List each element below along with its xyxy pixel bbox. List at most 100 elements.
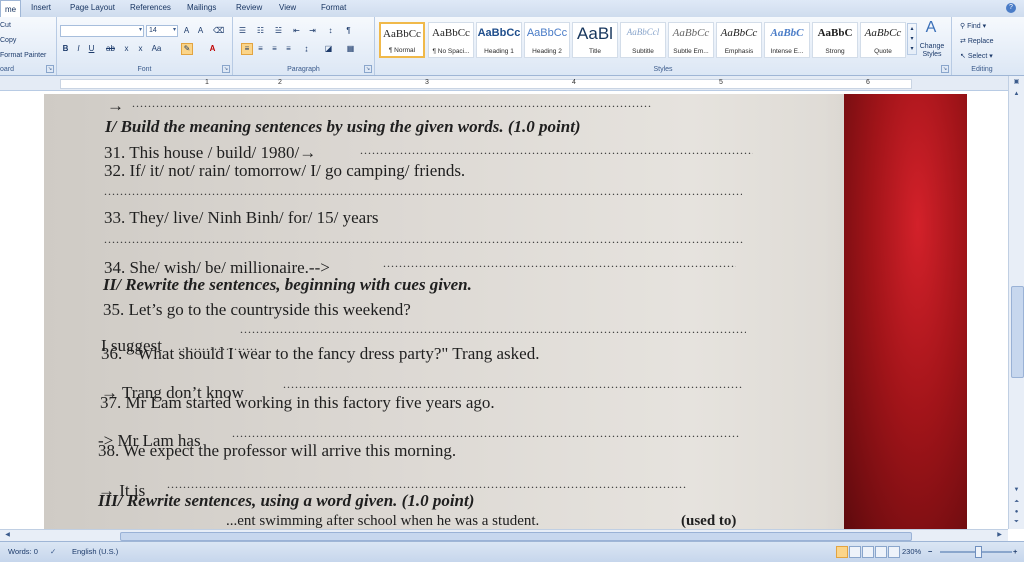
zoom-level[interactable]: 230% <box>902 547 921 556</box>
full-screen-reading-view-icon[interactable] <box>849 546 861 558</box>
font-size-combo[interactable]: 14 ▾ <box>146 25 178 37</box>
tab-home[interactable]: me <box>0 0 22 18</box>
style-name: Quote <box>874 48 892 55</box>
format-painter-button[interactable]: Format Painter <box>0 52 46 59</box>
scroll-up-icon[interactable]: ▲ <box>1011 90 1022 99</box>
style-name: Heading 2 <box>532 48 562 55</box>
justify-icon[interactable]: ≡ <box>283 43 294 54</box>
style-name: Strong <box>825 48 845 55</box>
vertical-scroll-thumb[interactable] <box>1011 286 1024 378</box>
scroll-left-icon[interactable]: ◀ <box>2 531 13 540</box>
grow-font-icon[interactable]: A <box>181 25 192 36</box>
clipboard-launcher-icon[interactable]: ↘ <box>46 65 54 73</box>
tab-review[interactable]: Review <box>236 3 262 12</box>
align-right-icon[interactable]: ≡ <box>269 43 280 54</box>
line-spacing-icon[interactable]: ↨ <box>301 43 312 54</box>
style-heading-1[interactable]: AaBbCc Heading 1 <box>476 22 522 58</box>
select-button[interactable]: ↖ Select ▾ <box>960 52 993 60</box>
print-layout-view-icon[interactable] <box>836 546 848 558</box>
tab-format[interactable]: Format <box>321 3 346 12</box>
zoom-out-icon[interactable]: − <box>928 547 932 556</box>
text-line: 36. " What should I wear to the fancy dr… <box>101 344 540 363</box>
find-button[interactable]: ⚲ Find ▾ <box>960 22 986 30</box>
text-line: ...ent swimming after school when he was… <box>226 513 540 529</box>
replace-button[interactable]: ⇄ Replace <box>960 37 994 45</box>
change-case-icon[interactable]: Aa <box>151 43 162 54</box>
style-title[interactable]: AaBl Title <box>572 22 618 58</box>
clear-formatting-icon[interactable]: ⌫ <box>213 25 224 36</box>
zoom-in-icon[interactable]: + <box>1013 547 1017 556</box>
tab-insert[interactable]: Insert <box>31 3 51 12</box>
styles-launcher-icon[interactable]: ↘ <box>941 65 949 73</box>
ruler-number: 1 <box>205 79 209 86</box>
outline-view-icon[interactable] <box>875 546 887 558</box>
zoom-slider-thumb[interactable] <box>975 546 982 558</box>
scroll-right-icon[interactable]: ▶ <box>994 531 1005 540</box>
font-launcher-icon[interactable]: ↘ <box>222 65 230 73</box>
bold-icon[interactable]: B <box>60 43 71 54</box>
align-center-icon[interactable]: ≡ <box>255 43 266 54</box>
style-no-spacing[interactable]: AaBbCc ¶ No Spaci... <box>428 22 474 58</box>
style-subtitle[interactable]: AaBbCcl Subtitle <box>620 22 666 58</box>
tab-references[interactable]: References <box>130 3 171 12</box>
cut-button[interactable]: Cut <box>0 22 11 29</box>
tab-view[interactable]: View <box>279 3 296 12</box>
browse-object-icon[interactable]: ● <box>1011 508 1022 517</box>
change-styles-icon[interactable]: A <box>923 20 939 36</box>
bullets-icon[interactable]: ☰ <box>237 25 248 36</box>
editing-group: ⚲ Find ▾ ⇄ Replace ↖ Select ▾ Editing <box>952 17 1012 75</box>
paragraph-launcher-icon[interactable]: ↘ <box>364 65 372 73</box>
section-heading: III/ Rewrite sentences, using a word giv… <box>98 491 475 510</box>
strikethrough-icon[interactable]: ab <box>105 43 116 54</box>
style-strong[interactable]: AaBbC Strong <box>812 22 858 58</box>
language-indicator[interactable]: English (U.S.) <box>72 547 118 556</box>
change-styles-button[interactable]: Change Styles <box>915 43 949 59</box>
style-quote[interactable]: AaBbCc Quote <box>860 22 906 58</box>
multilevel-list-icon[interactable]: ☱ <box>273 25 284 36</box>
text-line: (used to) <box>681 513 737 529</box>
draft-view-icon[interactable] <box>888 546 900 558</box>
style-emphasis[interactable]: AaBbCc Emphasis <box>716 22 762 58</box>
horizontal-scroll-thumb[interactable] <box>120 532 912 541</box>
next-page-icon[interactable]: ⏷ <box>1011 518 1022 527</box>
tab-mailings[interactable]: Mailings <box>187 3 216 12</box>
numbering-icon[interactable]: ☷ <box>255 25 266 36</box>
horizontal-ruler[interactable]: 1 2 3 4 5 6 <box>0 76 1008 91</box>
previous-page-icon[interactable]: ⏶ <box>1011 498 1022 507</box>
vertical-scrollbar[interactable]: ▣ ▲ ▼ ⏶ ● ⏷ <box>1008 76 1024 529</box>
answer-dots: ........................................… <box>104 184 742 198</box>
style-name: Heading 1 <box>484 48 514 55</box>
superscript-icon[interactable]: x <box>135 43 146 54</box>
proofing-icon[interactable]: ✓ <box>50 547 56 556</box>
font-color-icon[interactable]: A <box>207 43 218 54</box>
underline-icon[interactable]: U <box>86 43 97 54</box>
font-name-combo[interactable]: ▾ <box>60 25 144 37</box>
style-name: ¶ No Spaci... <box>432 48 470 55</box>
style-intense-emphasis[interactable]: AaBbC Intense E... <box>764 22 810 58</box>
ruler-number: 6 <box>866 79 870 86</box>
show-formatting-icon[interactable]: ¶ <box>343 25 354 36</box>
copy-button[interactable]: Copy <box>0 37 16 44</box>
align-left-icon[interactable]: ≡ <box>241 43 253 55</box>
word-count[interactable]: Words: 0 <box>8 547 38 556</box>
decrease-indent-icon[interactable]: ⇤ <box>291 25 302 36</box>
subscript-icon[interactable]: x <box>121 43 132 54</box>
highlight-icon[interactable]: ✎ <box>181 43 193 55</box>
tab-page-layout[interactable]: Page Layout <box>70 3 115 12</box>
web-layout-view-icon[interactable] <box>862 546 874 558</box>
ruler-toggle-icon[interactable]: ▣ <box>1011 78 1022 87</box>
borders-icon[interactable]: ▦ <box>345 43 356 54</box>
replace-icon: ⇄ <box>960 38 968 45</box>
style-heading-2[interactable]: AaBbCc Heading 2 <box>524 22 570 58</box>
style-normal[interactable]: AaBbCc ¶ Normal <box>379 22 425 58</box>
scroll-down-icon[interactable]: ▼ <box>1011 486 1022 495</box>
style-subtle-emphasis[interactable]: AaBbCc Subtle Em... <box>668 22 714 58</box>
increase-indent-icon[interactable]: ⇥ <box>307 25 318 36</box>
replace-label: Replace <box>967 38 994 45</box>
answer-dots: ........................................… <box>232 426 740 440</box>
sort-icon[interactable]: ↕ <box>325 25 336 36</box>
italic-icon[interactable]: I <box>73 43 84 54</box>
shading-icon[interactable]: ◪ <box>323 43 334 54</box>
shrink-font-icon[interactable]: A <box>195 25 206 36</box>
help-icon[interactable]: ? <box>1006 3 1016 13</box>
